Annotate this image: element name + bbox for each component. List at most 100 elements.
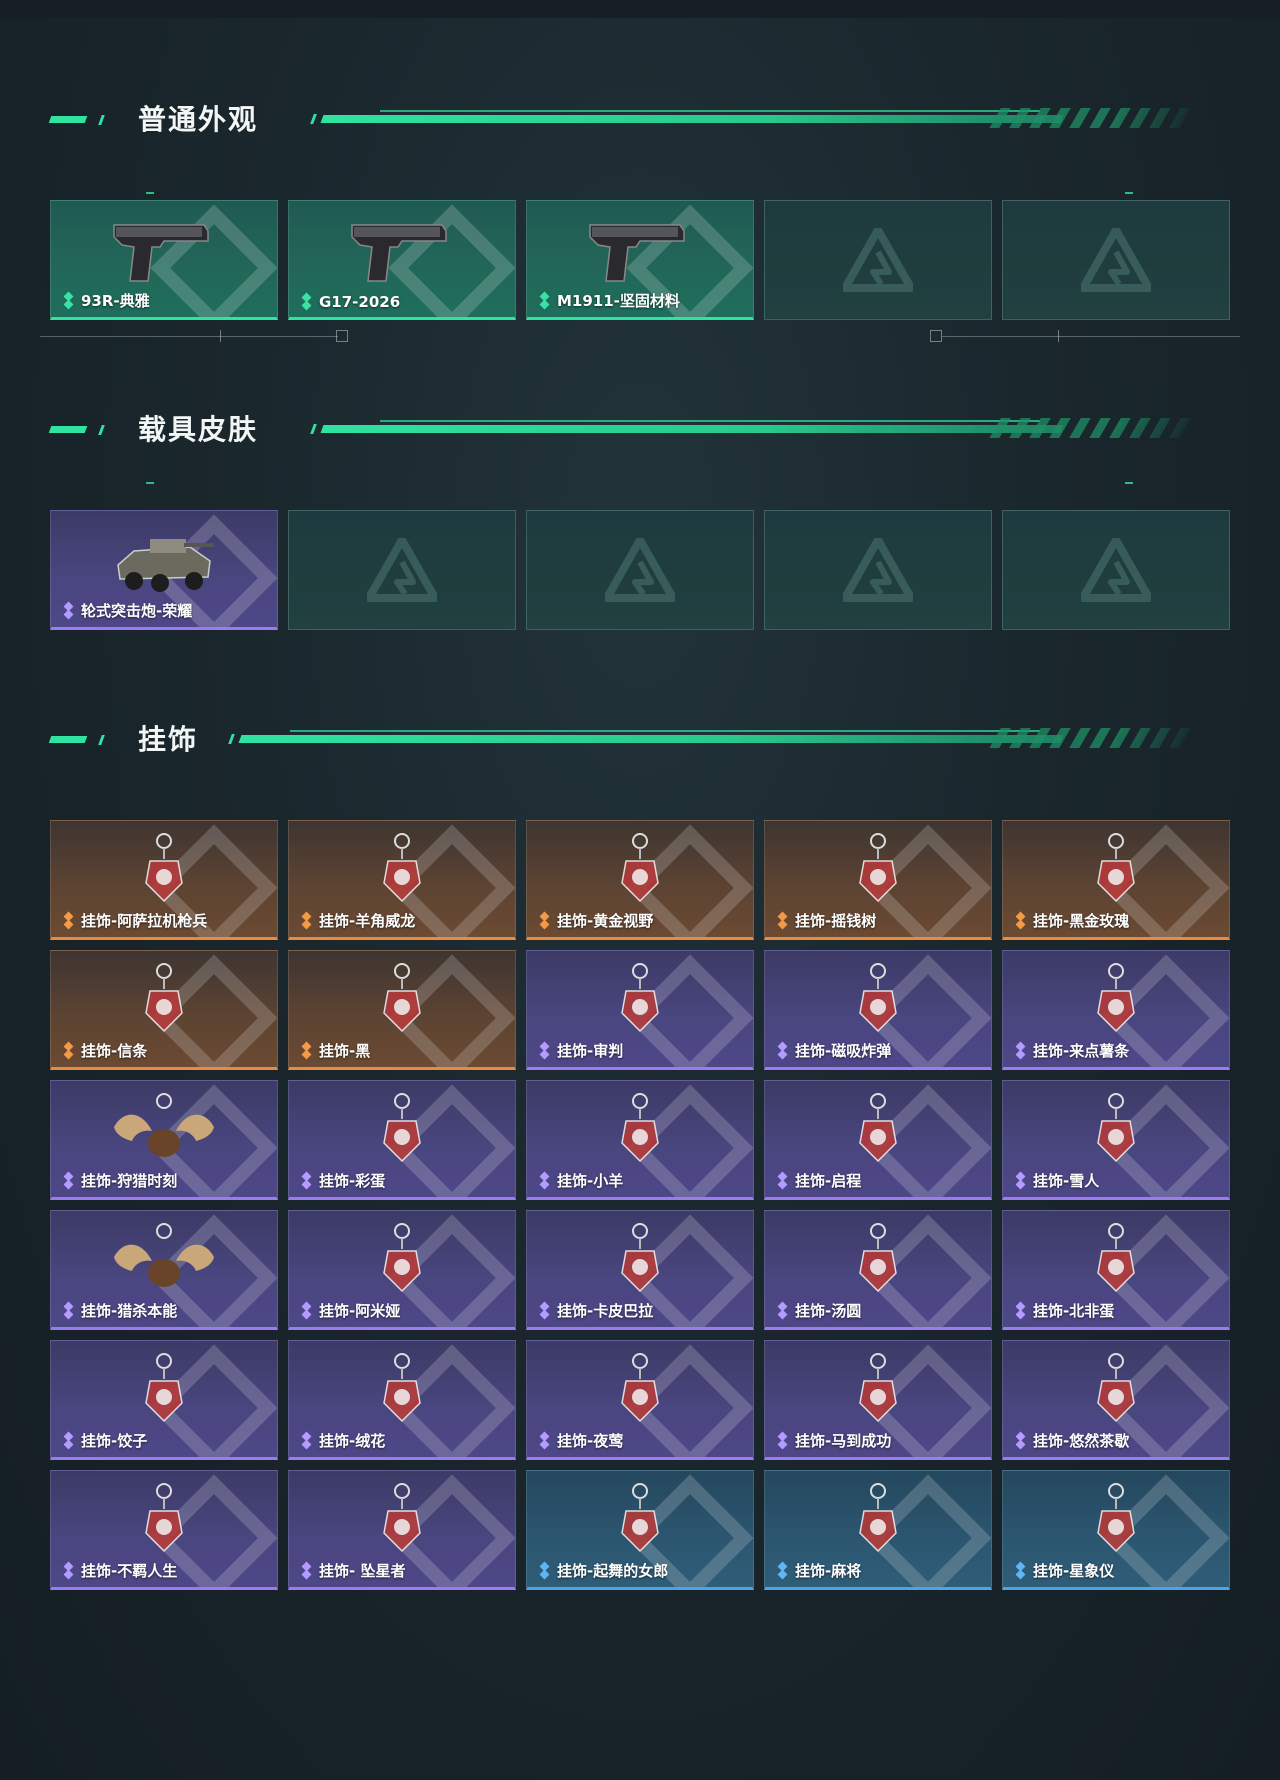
- item-card[interactable]: 挂饰-卡皮巴拉: [526, 1210, 754, 1330]
- item-card[interactable]: G17-2026: [288, 200, 516, 320]
- empty-item-slot[interactable]: [1002, 200, 1230, 320]
- item-label: 挂饰-悠然茶歇: [1013, 1430, 1129, 1451]
- empty-item-slot[interactable]: [764, 200, 992, 320]
- item-label: 挂饰-马到成功: [775, 1430, 891, 1451]
- rarity-diamond-icon: [775, 1433, 791, 1449]
- charm-tangyuan-icon: [818, 1221, 938, 1299]
- item-card[interactable]: 挂饰-不羁人生: [50, 1470, 278, 1590]
- item-card[interactable]: 挂饰-雪人: [1002, 1080, 1230, 1200]
- item-name: 挂饰-马到成功: [795, 1432, 892, 1450]
- item-card[interactable]: 挂饰-阿米娅: [288, 1210, 516, 1330]
- rarity-diamond-icon: [775, 913, 791, 929]
- charm-velvet-flower-icon: [342, 1351, 462, 1429]
- item-card[interactable]: 挂饰-羊角威龙: [288, 820, 516, 940]
- rarity-diamond-icon: [537, 1563, 553, 1579]
- rarity-diamond-icon: [61, 1563, 77, 1579]
- item-label: 挂饰-彩蛋: [299, 1170, 385, 1191]
- item-card[interactable]: 挂饰-小羊: [526, 1080, 754, 1200]
- item-name: 挂饰-磁吸炸弹: [795, 1042, 892, 1060]
- header-tick: [98, 735, 105, 745]
- charm-shakshuka-icon: [1056, 1221, 1176, 1299]
- item-name: 挂饰-北非蛋: [1033, 1302, 1115, 1320]
- item-card[interactable]: 挂饰-狩猎时刻: [50, 1080, 278, 1200]
- rarity-diamond-icon: [61, 1303, 77, 1319]
- item-card[interactable]: 挂饰-汤圆: [764, 1210, 992, 1330]
- armored-vehicle-icon: [104, 521, 224, 599]
- header-thin-line: [380, 420, 1040, 422]
- header-tick: [98, 425, 105, 435]
- rarity-diamond-icon: [775, 1563, 791, 1579]
- rarity-diamond-icon: [537, 293, 553, 309]
- item-label: 挂饰-饺子: [61, 1430, 147, 1451]
- corner-mark: [146, 482, 154, 484]
- item-label: 挂饰-黄金视野: [537, 910, 653, 931]
- rarity-diamond-icon: [775, 1173, 791, 1189]
- item-name: 挂饰-黑: [319, 1042, 371, 1060]
- rarity-diamond-icon: [537, 1043, 553, 1059]
- rarity-diamond-icon: [1013, 1563, 1029, 1579]
- item-card[interactable]: 挂饰-黑金玫瑰: [1002, 820, 1230, 940]
- item-card[interactable]: 挂饰-启程: [764, 1080, 992, 1200]
- item-card[interactable]: 挂饰-猎杀本能: [50, 1210, 278, 1330]
- item-card[interactable]: 挂饰-黄金视野: [526, 820, 754, 940]
- item-card[interactable]: 挂饰-磁吸炸弹: [764, 950, 992, 1070]
- rarity-diamond-icon: [61, 603, 77, 619]
- item-name: 挂饰-卡皮巴拉: [557, 1302, 654, 1320]
- item-card[interactable]: 挂饰-悠然茶歇: [1002, 1340, 1230, 1460]
- rarity-diamond-icon: [61, 1043, 77, 1059]
- item-card[interactable]: 挂饰-起舞的女郎: [526, 1470, 754, 1590]
- rarity-diamond-icon: [775, 1303, 791, 1319]
- rarity-diamond-icon: [537, 1303, 553, 1319]
- item-label: 挂饰-猎杀本能: [61, 1300, 177, 1321]
- item-label: 挂饰-雪人: [1013, 1170, 1099, 1191]
- item-card[interactable]: 挂饰-信条: [50, 950, 278, 1070]
- item-name: 挂饰-来点薯条: [1033, 1042, 1130, 1060]
- charm-fries-icon: [1056, 961, 1176, 1039]
- item-name: 挂饰-小羊: [557, 1172, 624, 1190]
- item-label: 挂饰-小羊: [537, 1170, 623, 1191]
- item-card[interactable]: 挂饰-摇钱树: [764, 820, 992, 940]
- item-card[interactable]: 挂饰-饺子: [50, 1340, 278, 1460]
- header-checker-pattern: [989, 108, 1201, 128]
- item-name: 挂饰-审判: [557, 1042, 624, 1060]
- item-name: 挂饰- 坠星者: [319, 1562, 406, 1580]
- item-card[interactable]: 挂饰-麻将: [764, 1470, 992, 1590]
- item-card[interactable]: 挂饰-审判: [526, 950, 754, 1070]
- item-card[interactable]: 挂饰-来点薯条: [1002, 950, 1230, 1070]
- item-name: 93R-典雅: [81, 292, 150, 310]
- item-card[interactable]: 挂饰-星象仪: [1002, 1470, 1230, 1590]
- item-name: 挂饰-猎杀本能: [81, 1302, 178, 1320]
- item-name: 挂饰-阿萨拉机枪兵: [81, 912, 208, 930]
- item-card[interactable]: 挂饰-北非蛋: [1002, 1210, 1230, 1330]
- item-card[interactable]: 挂饰-阿萨拉机枪兵: [50, 820, 278, 940]
- item-card[interactable]: 93R-典雅: [50, 200, 278, 320]
- item-label: 挂饰-麻将: [775, 1560, 861, 1581]
- item-name: 挂饰-信条: [81, 1042, 148, 1060]
- item-card[interactable]: 挂饰-夜莺: [526, 1340, 754, 1460]
- empty-item-slot[interactable]: [526, 510, 754, 630]
- item-card[interactable]: 挂饰-马到成功: [764, 1340, 992, 1460]
- item-card[interactable]: 挂饰-彩蛋: [288, 1080, 516, 1200]
- charm-golden-vision-icon: [580, 831, 700, 909]
- item-card[interactable]: 挂饰-绒花: [288, 1340, 516, 1460]
- header-checker-pattern: [989, 728, 1201, 748]
- charm-moose-antlers-icon: [104, 1221, 224, 1299]
- charm-dancer-icon: [580, 1481, 700, 1559]
- empty-item-slot[interactable]: [288, 510, 516, 630]
- item-name: 挂饰-星象仪: [1033, 1562, 1115, 1580]
- empty-item-slot[interactable]: [1002, 510, 1230, 630]
- charm-ram-icon: [342, 831, 462, 909]
- charm-gunner-icon: [104, 831, 224, 909]
- item-label: 挂饰-审判: [537, 1040, 623, 1061]
- item-card[interactable]: M1911-坚固材料: [526, 200, 754, 320]
- item-label: 挂饰-阿萨拉机枪兵: [61, 910, 207, 931]
- item-label: 挂饰-阿米娅: [299, 1300, 400, 1321]
- item-label: 挂饰-黑: [299, 1040, 370, 1061]
- item-label: 轮式突击炮-荣耀: [61, 600, 192, 621]
- empty-item-slot[interactable]: [764, 510, 992, 630]
- item-card[interactable]: 挂饰-黑: [288, 950, 516, 1070]
- item-card[interactable]: 挂饰- 坠星者: [288, 1470, 516, 1590]
- rarity-diamond-icon: [299, 913, 315, 929]
- item-card[interactable]: 轮式突击炮-荣耀: [50, 510, 278, 630]
- header-dash: [48, 116, 88, 123]
